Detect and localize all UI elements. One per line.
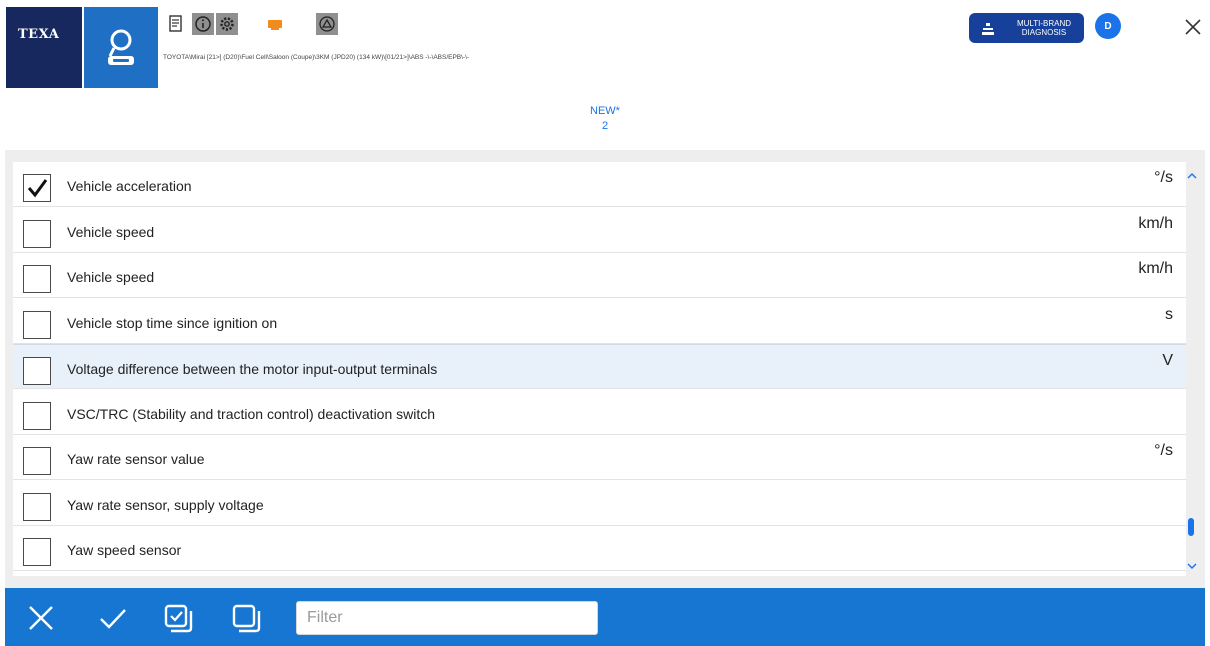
vehicle-alert-icon <box>268 20 282 30</box>
parameter-row[interactable]: VSC/TRC (Stability and traction control)… <box>13 390 1186 435</box>
parameter-unit: s <box>1165 305 1173 323</box>
info-icon <box>195 16 211 32</box>
deselect-all-icon[interactable] <box>230 602 262 634</box>
section-count: 2 <box>601 120 609 132</box>
parameter-checkbox[interactable] <box>23 357 51 385</box>
parameter-label: Vehicle speed <box>67 223 155 240</box>
vehicle-alert-button[interactable] <box>264 13 286 35</box>
triangle-icon <box>319 16 335 32</box>
parameter-unit: V <box>1162 352 1173 369</box>
report-icon <box>169 15 182 32</box>
scroll-down-icon[interactable] <box>1185 560 1199 572</box>
multibrand-label: MULTI-BRAND DIAGNOSIS <box>1016 19 1072 37</box>
user-avatar[interactable]: D <box>1095 13 1121 39</box>
parameter-label: Yaw speed sensor <box>67 542 182 558</box>
parameter-label: Vehicle speed <box>67 269 155 285</box>
parameter-row[interactable]: Vehicle acceleration °/s <box>13 162 1186 207</box>
parameter-unit: km/h <box>1138 260 1173 277</box>
parameter-row[interactable]: Vehicle speed km/h <box>13 253 1186 298</box>
bottom-toolbar <box>5 588 1205 646</box>
parameter-row[interactable]: Vehicle speed km/h <box>13 208 1186 253</box>
app-header: TEXA TOYOTA\Mirai [21>] (D20)\Fuel Cell\… <box>0 0 1210 90</box>
section-header: NEW* 2 <box>555 104 655 134</box>
settings-icon <box>220 17 234 31</box>
parameter-label: Yaw rate sensor value <box>67 451 205 467</box>
parameter-unit: km/h <box>1138 214 1173 232</box>
parameter-label: VSC/TRC (Stability and traction control)… <box>67 405 436 422</box>
confirm-icon[interactable] <box>97 602 129 634</box>
scroll-up-icon[interactable] <box>1185 170 1199 182</box>
diagnosis-person-icon <box>108 29 134 65</box>
parameter-checkbox[interactable] <box>23 265 51 293</box>
parameter-label: Yaw rate sensor, supply voltage <box>67 496 264 513</box>
parameter-checkbox[interactable] <box>23 492 51 521</box>
parameter-list[interactable]: Vehicle acceleration °/s Vehicle speed km/h… <box>13 162 1186 576</box>
check-icon <box>27 179 48 198</box>
parameter-row[interactable]: Yaw rate sensor value °/s <box>13 435 1186 480</box>
parameter-checkbox[interactable] <box>23 401 51 430</box>
close-icon[interactable] <box>1182 16 1204 38</box>
parameter-checkbox[interactable] <box>23 538 51 566</box>
parameter-row[interactable]: Vehicle stop time since ignition on s <box>13 299 1186 344</box>
filter-input[interactable] <box>296 601 598 635</box>
logo-text: TEXA <box>18 27 60 42</box>
vehicle-path: TOYOTA\Mirai [21>] (D20)\Fuel Cell\Saloo… <box>163 54 470 61</box>
parameter-checkbox[interactable] <box>23 310 51 339</box>
report-button[interactable] <box>165 13 187 35</box>
triangle-button[interactable] <box>316 13 338 35</box>
info-button[interactable] <box>192 13 214 35</box>
select-all-icon[interactable] <box>162 602 194 634</box>
parameter-row[interactable]: Yaw speed sensor <box>13 526 1186 571</box>
parameter-row[interactable]: Yaw rate sensor, supply voltage <box>13 481 1186 526</box>
settings-button[interactable] <box>216 13 238 35</box>
multibrand-icon <box>982 23 994 35</box>
texa-logo: TEXA <box>6 7 82 88</box>
multibrand-diagnosis-button[interactable]: MULTI-BRAND DIAGNOSIS <box>969 13 1084 43</box>
parameter-unit: °/s <box>1154 169 1173 186</box>
diagnosis-tile[interactable] <box>84 7 158 88</box>
cancel-icon[interactable] <box>25 602 57 634</box>
parameter-label: Voltage difference between the motor inp… <box>67 361 438 377</box>
parameter-label: Vehicle acceleration <box>67 178 192 194</box>
section-title: NEW* <box>590 105 620 117</box>
parameter-label: Vehicle stop time since ignition on <box>67 314 278 331</box>
parameter-checkbox[interactable] <box>23 219 51 248</box>
parameter-checkbox[interactable] <box>23 447 51 475</box>
parameter-unit: °/s <box>1154 442 1173 459</box>
parameter-checkbox[interactable] <box>23 174 51 202</box>
scrollbar-thumb[interactable] <box>1188 518 1194 536</box>
parameter-row[interactable]: Voltage difference between the motor inp… <box>13 344 1186 389</box>
